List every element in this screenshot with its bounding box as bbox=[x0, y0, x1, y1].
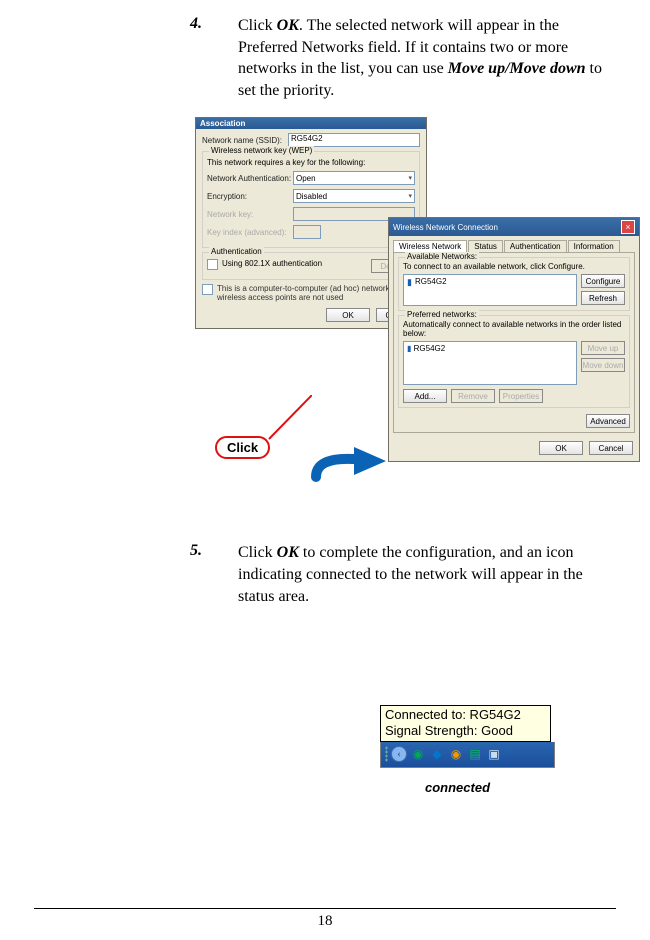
step-number-5: 5. bbox=[30, 542, 238, 607]
tray-expand-icon[interactable]: ‹ bbox=[391, 746, 407, 762]
dialog2-ok-button[interactable]: OK bbox=[539, 441, 583, 455]
preferred-networks-list[interactable]: ▮ RG54G2 bbox=[403, 341, 577, 385]
enc-label: Encryption: bbox=[207, 192, 293, 201]
wireless-tabs: Wireless Network Status Authentication I… bbox=[389, 236, 639, 252]
available-networks-list[interactable]: ▮ RG54G2 bbox=[403, 274, 577, 306]
screenshot-area: Association Network name (SSID): RG54G2 … bbox=[30, 117, 620, 522]
configure-button[interactable]: Configure bbox=[581, 274, 625, 288]
refresh-button[interactable]: Refresh bbox=[581, 291, 625, 305]
auth-select[interactable]: Open bbox=[293, 171, 415, 185]
key-label: Network key: bbox=[207, 210, 293, 219]
preferred-networks-group: Preferred networks: Automatically connec… bbox=[398, 315, 630, 408]
association-titlebar: Association bbox=[196, 118, 426, 129]
close-icon[interactable]: × bbox=[621, 220, 635, 234]
step-4-text: Click OK. The selected network will appe… bbox=[238, 15, 620, 101]
available-networks-group: Available Networks: To connect to an ava… bbox=[398, 257, 630, 311]
ssid-label: Network name (SSID): bbox=[202, 136, 288, 145]
wireless-dialog: Wireless Network Connection × Wireless N… bbox=[388, 217, 640, 462]
tab-wireless-network[interactable]: Wireless Network bbox=[393, 240, 467, 252]
tray-network-icon[interactable]: ▣ bbox=[486, 746, 502, 762]
enc-select[interactable]: Disabled bbox=[293, 189, 415, 203]
advanced-button[interactable]: Advanced bbox=[586, 414, 630, 428]
wireless-titlebar: Wireless Network Connection × bbox=[389, 218, 639, 236]
dialog1-ok-button[interactable]: OK bbox=[326, 308, 370, 322]
wep-note: This network requires a key for the foll… bbox=[207, 158, 415, 167]
ssid-input[interactable]: RG54G2 bbox=[288, 133, 420, 147]
keyidx-label: Key index (advanced): bbox=[207, 228, 293, 237]
moveup-button: Move up bbox=[581, 341, 625, 355]
tray-app1-icon[interactable]: ◉ bbox=[410, 746, 426, 762]
tray-screenshot: Connected to: RG54G2 Signal Strength: Go… bbox=[380, 705, 555, 768]
tab-information[interactable]: Information bbox=[568, 240, 620, 252]
movedown-button: Move down bbox=[581, 358, 625, 372]
tab-status[interactable]: Status bbox=[468, 240, 503, 252]
connected-caption: connected bbox=[425, 780, 490, 795]
tab-authentication[interactable]: Authentication bbox=[504, 240, 567, 252]
remove-button: Remove bbox=[451, 389, 495, 403]
connection-tooltip: Connected to: RG54G2 Signal Strength: Go… bbox=[380, 705, 551, 742]
page-number: 18 bbox=[34, 908, 616, 930]
properties-button: Properties bbox=[499, 389, 543, 403]
step-5: 5. Click OK to complete the configuratio… bbox=[30, 542, 620, 607]
step-4: 4. Click OK. The selected network will a… bbox=[30, 15, 620, 101]
system-tray: ‹ ◉ ◆ ◉ ▤ ▣ bbox=[380, 742, 555, 768]
signal-icon: ▮ bbox=[407, 277, 412, 288]
dialog2-cancel-button[interactable]: Cancel bbox=[589, 441, 633, 455]
callout-leader-line bbox=[267, 395, 312, 440]
add-button[interactable]: Add... bbox=[403, 389, 447, 403]
keyidx-input bbox=[293, 225, 321, 239]
step-number-4: 4. bbox=[30, 15, 238, 101]
tray-wireless-icon[interactable]: ▤ bbox=[467, 746, 483, 762]
auth-label: Network Authentication: bbox=[207, 174, 293, 183]
step-5-text: Click OK to complete the configuration, … bbox=[238, 542, 620, 607]
tray-app3-icon[interactable]: ◉ bbox=[448, 746, 464, 762]
click-callout: Click bbox=[215, 436, 270, 459]
use8021x-checkbox[interactable]: Using 802.1X authentication Default bbox=[207, 259, 415, 273]
tray-grip-icon bbox=[385, 746, 388, 762]
tray-app2-icon[interactable]: ◆ bbox=[429, 746, 445, 762]
flow-arrow-icon bbox=[308, 447, 388, 483]
